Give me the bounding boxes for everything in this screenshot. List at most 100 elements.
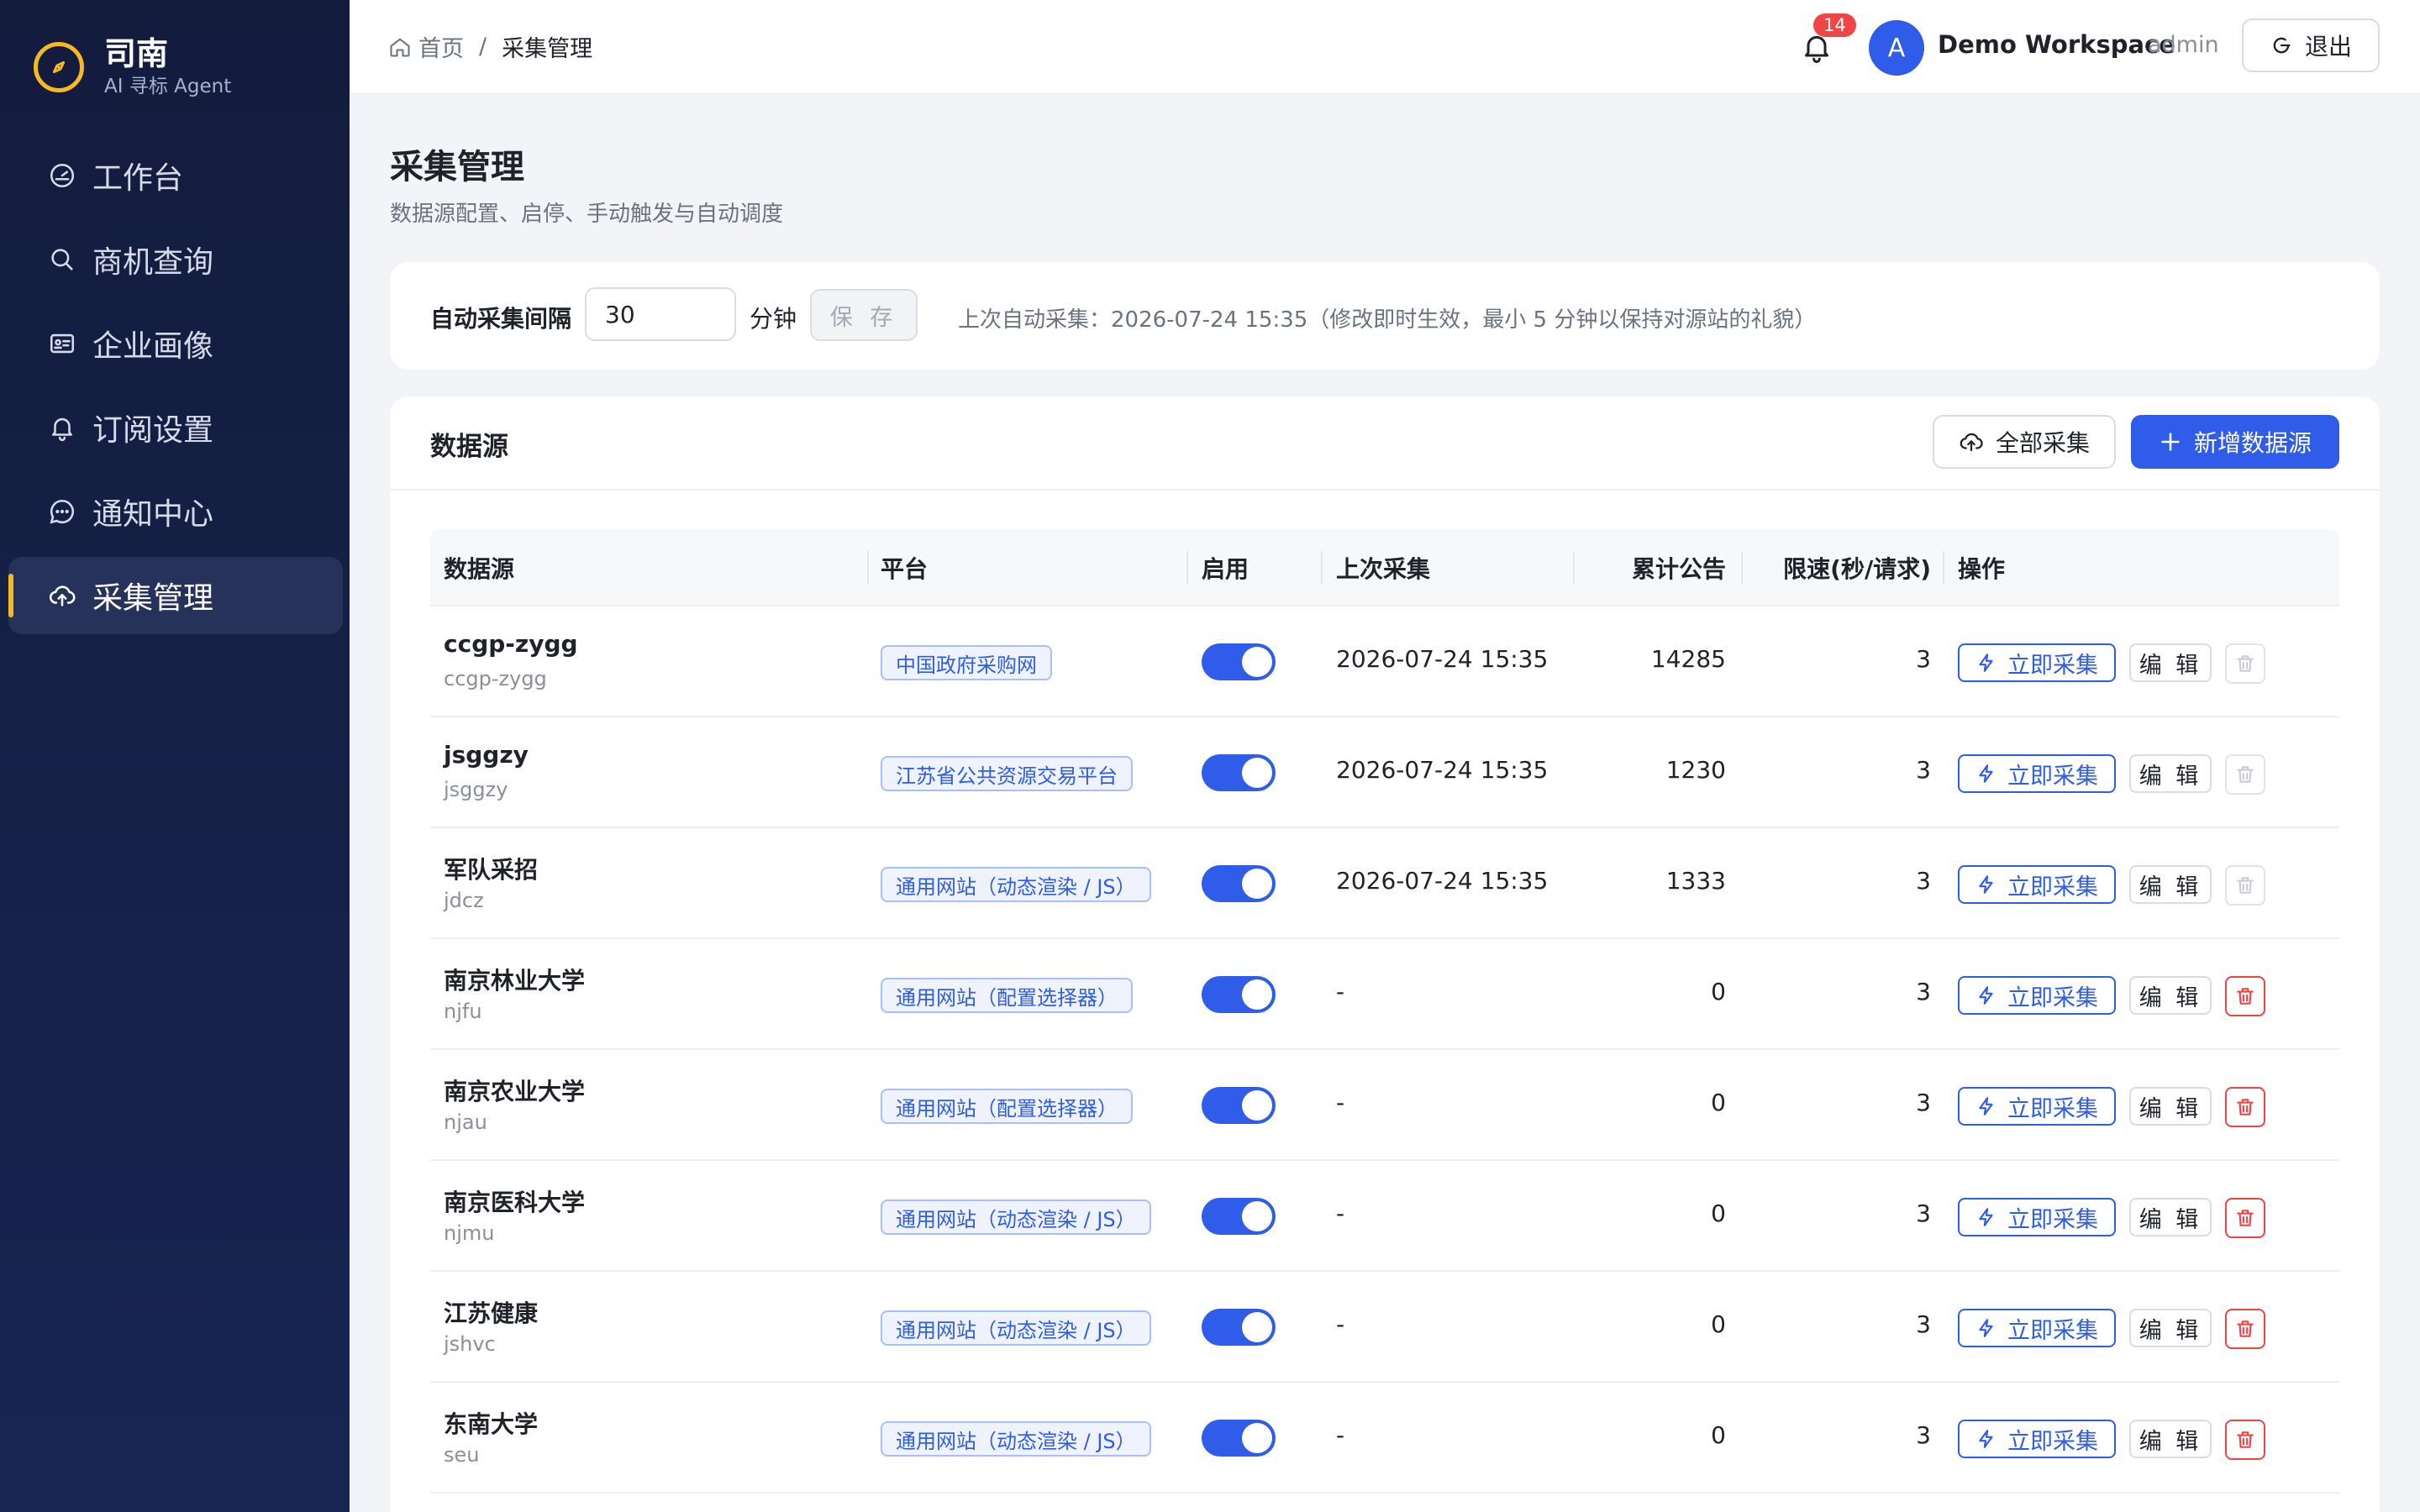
breadcrumb-current: 采集管理 (502, 36, 593, 62)
rate-limit: 3 (1916, 1089, 1931, 1116)
column-divider (1186, 551, 1188, 585)
sidebar-item-subscription[interactable]: 订阅设置 (8, 389, 343, 466)
col-rate: 限速(秒/请求) (1783, 555, 1931, 583)
edit-button[interactable]: 编 辑 (2129, 1420, 2212, 1458)
delete-button[interactable] (2225, 754, 2265, 795)
total-count: 0 (1711, 1089, 1726, 1116)
sidebar-item-opportunity-search[interactable]: 商机查询 (8, 221, 343, 298)
last-run-time: 2026-07-24 15:35 (1336, 867, 1549, 895)
run-now-button[interactable]: 立即采集 (1958, 865, 2116, 904)
last-run-time: 2026-07-24 15:35 (1336, 645, 1549, 673)
card-title: 数据源 (430, 432, 508, 462)
page-subtitle: 数据源配置、启停、手动触发与自动调度 (390, 202, 784, 227)
enabled-toggle[interactable] (1202, 1420, 1276, 1457)
run-now-button[interactable]: 立即采集 (1958, 1198, 2116, 1236)
run-now-button[interactable]: 立即采集 (1958, 1309, 2116, 1347)
total-count: 0 (1711, 1200, 1726, 1227)
bell-icon (45, 411, 79, 444)
edit-button[interactable]: 编 辑 (2129, 643, 2212, 682)
last-run-time: 2026-07-24 15:35 (1336, 756, 1549, 784)
run-now-button[interactable]: 立即采集 (1958, 1087, 2116, 1126)
add-source-button[interactable]: 新增数据源 (2131, 415, 2339, 469)
edit-button[interactable]: 编 辑 (2129, 1309, 2212, 1347)
column-divider (867, 551, 869, 585)
col-source: 数据源 (444, 555, 515, 583)
col-total: 累计公告 (1631, 555, 1726, 583)
data-sources-card: 数据源 全部采集 新增数据源 数据源 平台 启用 上次采集 累计公告 限速(秒/… (390, 396, 2380, 1512)
delete-button[interactable] (2225, 1420, 2265, 1460)
run-now-button[interactable]: 立即采集 (1958, 976, 2116, 1015)
sidebar-item-collection[interactable]: 采集管理 (8, 557, 343, 634)
run-now-button[interactable]: 立即采集 (1958, 643, 2116, 682)
source-code: jdcz (444, 889, 484, 912)
trash-icon (2237, 988, 2254, 1005)
rate-limit: 3 (1916, 1200, 1931, 1227)
run-now-button[interactable]: 立即采集 (1958, 1420, 2116, 1458)
delete-button[interactable] (2225, 643, 2265, 684)
edit-button[interactable]: 编 辑 (2129, 1198, 2212, 1236)
source-name: 南京林业大学 (444, 967, 586, 995)
edit-button[interactable]: 编 辑 (2129, 865, 2212, 904)
interval-input[interactable] (585, 287, 736, 341)
edit-button[interactable]: 编 辑 (2129, 976, 2212, 1015)
collect-all-button[interactable]: 全部采集 (1933, 415, 2116, 469)
breadcrumb-home[interactable]: 首页 (418, 30, 464, 63)
edit-button[interactable]: 编 辑 (2129, 1087, 2212, 1126)
logout-icon (2273, 37, 2291, 54)
avatar[interactable]: A (1869, 20, 1924, 76)
workspace-name: Demo Workspace (1938, 30, 2175, 59)
enabled-toggle[interactable] (1202, 976, 1276, 1013)
sidebar-item-company-profile[interactable]: 企业画像 (8, 305, 343, 382)
rate-limit: 3 (1916, 1421, 1931, 1449)
enabled-toggle[interactable] (1202, 1087, 1276, 1124)
logout-button[interactable]: 退出 (2242, 18, 2380, 72)
delete-button[interactable] (2225, 1198, 2265, 1238)
delete-button[interactable] (2225, 1309, 2265, 1349)
trash-icon (2237, 1210, 2254, 1226)
plus-icon (2161, 433, 2180, 451)
trash-icon (2237, 1431, 2254, 1448)
delete-button[interactable] (2225, 1087, 2265, 1127)
lightning-icon (1979, 1097, 1993, 1116)
table-row: 东南大学 seu 通用网站（动态渲染 / JS） - 0 3 立即采集 编 辑 (430, 1383, 2339, 1494)
cloud-upload-icon (45, 579, 79, 612)
save-button[interactable]: 保 存 (810, 289, 918, 341)
total-count: 14285 (1650, 645, 1726, 673)
lightning-icon (1979, 764, 1993, 783)
compass-icon (34, 42, 84, 92)
edit-button[interactable]: 编 辑 (2129, 754, 2212, 793)
dashboard-icon (45, 159, 79, 192)
logout-label: 退出 (2304, 33, 2352, 60)
lightning-icon (1979, 986, 1993, 1005)
source-name: ccgp-zygg (444, 630, 578, 658)
delete-button[interactable] (2225, 865, 2265, 906)
last-run-time: - (1336, 1421, 1345, 1449)
run-now-label: 立即采集 (2007, 984, 2098, 1011)
col-platform: 平台 (881, 555, 929, 583)
lightning-icon (1979, 654, 1993, 672)
brand[interactable]: 司南 AI 寻标 Agent (34, 35, 231, 99)
run-now-button[interactable]: 立即采集 (1958, 754, 2116, 793)
source-code: njmu (444, 1221, 495, 1245)
column-divider (1321, 551, 1323, 585)
sources-table: 数据源 平台 启用 上次采集 累计公告 限速(秒/请求) 操作 ccgp-zyg… (430, 529, 2339, 1494)
schedule-settings-card: 自动采集间隔 分钟 保 存 上次自动采集：2026-07-24 15:35（修改… (390, 262, 2380, 370)
sidebar-item-notifications[interactable]: 通知中心 (8, 473, 343, 550)
enabled-toggle[interactable] (1202, 754, 1276, 791)
brand-subtitle: AI 寻标 Agent (104, 76, 232, 97)
trash-icon (2237, 655, 2254, 672)
source-code: njau (444, 1110, 487, 1134)
column-divider (1741, 551, 1743, 585)
lightning-icon (1979, 1319, 1993, 1337)
breadcrumb-separator: / (479, 34, 487, 60)
enabled-toggle[interactable] (1202, 643, 1276, 680)
delete-button[interactable] (2225, 976, 2265, 1016)
enabled-toggle[interactable] (1202, 865, 1276, 902)
enabled-toggle[interactable] (1202, 1198, 1276, 1235)
lightning-icon (1979, 875, 1993, 894)
enabled-toggle[interactable] (1202, 1309, 1276, 1346)
sidebar-item-dashboard[interactable]: 工作台 (8, 137, 343, 214)
sidebar-item-label: 采集管理 (92, 581, 214, 616)
home-icon[interactable] (388, 35, 412, 59)
table-row: 军队采招 jdcz 通用网站（动态渲染 / JS） 2026-07-24 15:… (430, 828, 2339, 939)
